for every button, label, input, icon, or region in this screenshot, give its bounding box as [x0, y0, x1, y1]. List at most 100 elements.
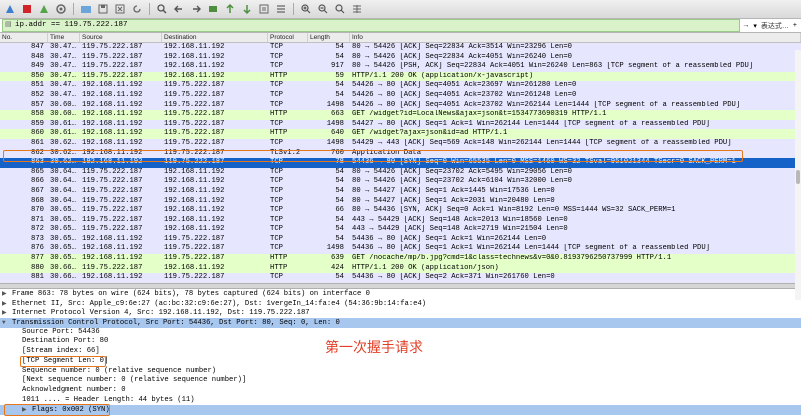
packet-row[interactable]: 865 30.64… 119.75.222.187 192.168.11.192 TCP…	[0, 167, 801, 178]
packet-row[interactable]: 867 30.64… 119.75.222.187 192.168.11.192 TCP…	[0, 186, 801, 197]
detail-row[interactable]: Sequence number: 0 (relative sequence nu…	[0, 367, 801, 377]
options-gear-icon[interactable]	[53, 2, 69, 16]
detail-row[interactable]: ▶ Flags: 0x002 (SYN)	[0, 405, 801, 415]
packet-row-selected[interactable]: 863 30.62… 192.168.11.192 119.75.222.187 TCP…	[0, 158, 801, 168]
expanded-arrow-icon[interactable]: ▼	[2, 318, 12, 328]
collapsed-arrow-icon[interactable]: ▶	[22, 405, 32, 415]
packet-row[interactable]: 870 30.65… 119.75.222.187 192.168.11.192 TCP…	[0, 206, 801, 216]
packet-row[interactable]: 880 30.66… 119.75.222.187 192.168.11.192 HTT…	[0, 263, 801, 274]
open-folder-icon[interactable]	[78, 2, 94, 16]
packet-row[interactable]: 857 30.60… 192.168.11.192 119.75.222.187 TCP…	[0, 100, 801, 111]
collapsed-arrow-icon[interactable]: ▶	[2, 308, 12, 318]
find-icon[interactable]	[154, 2, 170, 16]
first-icon[interactable]	[222, 2, 238, 16]
packet-row[interactable]: 851 30.47… 192.168.11.192 119.75.222.187 TCP…	[0, 81, 801, 91]
packet-row[interactable]: 862 30.62… 192.168.11.192 119.75.222.187 TLS…	[0, 148, 801, 159]
back-icon[interactable]	[171, 2, 187, 16]
packet-row[interactable]: 858 30.60… 192.168.11.192 119.75.222.187 HTT…	[0, 110, 801, 120]
packet-row[interactable]: 861 30.62… 192.168.11.192 119.75.222.187 TCP…	[0, 138, 801, 149]
column-no[interactable]: No.	[0, 33, 48, 42]
autoscroll-icon[interactable]	[256, 2, 272, 16]
packet-row[interactable]: 866 30.64… 119.75.222.187 192.168.11.192 TCP…	[0, 177, 801, 187]
last-icon[interactable]	[239, 2, 255, 16]
resize-columns-icon[interactable]	[349, 2, 365, 16]
packet-row[interactable]: 849 30.47… 119.75.222.187 192.168.11.192 TCP…	[0, 62, 801, 72]
close-file-icon[interactable]	[112, 2, 128, 16]
packet-time: 30.47…	[50, 52, 76, 61]
packet-source: 192.168.11.192	[82, 138, 143, 147]
packet-source: 192.168.11.192	[82, 234, 143, 243]
packet-info: 80 → 54427 [ACK] Seq=1 Ack=2031 Win=2048…	[352, 196, 555, 205]
colorize-icon[interactable]	[273, 2, 289, 16]
packet-protocol: HTTP	[270, 71, 288, 80]
apply-filter-icon[interactable]: →	[742, 22, 749, 29]
packet-row[interactable]: 872 30.65… 119.75.222.187 192.168.11.192 TCP…	[0, 225, 801, 235]
detail-row[interactable]: ▶ Internet Protocol Version 4, Src: 192.1…	[0, 308, 801, 318]
packet-row[interactable]: 873 30.65… 192.168.11.192 119.75.222.187 TCP…	[0, 234, 801, 245]
packet-row[interactable]: 850 30.47… 119.75.222.187 192.168.11.192 HTT…	[0, 71, 801, 82]
packet-row[interactable]: 859 30.61… 192.168.11.192 119.75.222.187 TCP…	[0, 119, 801, 130]
packet-protocol: TCP	[270, 167, 283, 176]
column-time[interactable]: Time	[48, 33, 80, 42]
packet-row[interactable]: 868 30.64… 119.75.222.187 192.168.11.192 TCP…	[0, 196, 801, 207]
packet-protocol: TCP	[270, 119, 283, 128]
detail-row[interactable]: 1011 .... = Header Length: 44 bytes (11)	[0, 396, 801, 406]
goto-icon[interactable]	[205, 2, 221, 16]
bookmark-icon[interactable]: ▤	[5, 20, 12, 31]
packet-no: 868	[31, 196, 44, 205]
packet-time: 30.47…	[50, 90, 76, 99]
reload-icon[interactable]	[129, 2, 145, 16]
packet-length: 54	[335, 196, 344, 205]
packet-length: 54	[335, 225, 344, 234]
save-icon[interactable]	[95, 2, 111, 16]
packet-row[interactable]: 860 30.61… 192.168.11.192 119.75.222.187 HTT…	[0, 129, 801, 139]
packet-row[interactable]: 881 30.66… 192.168.11.192 119.75.222.187 TCP…	[0, 273, 801, 283]
packet-length: 54	[335, 186, 344, 195]
scrollbar-thumb[interactable]	[796, 170, 800, 184]
packet-destination: 119.75.222.187	[164, 244, 225, 253]
packet-row[interactable]: 852 30.47… 192.168.11.192 119.75.222.187 TCP…	[0, 90, 801, 101]
packet-details: ▶ Frame 863: 78 bytes on wire (624 bits),…	[0, 289, 801, 416]
detail-row[interactable]: ▶ Ethernet II, Src: Apple_c9:6e:27 (ac:bc…	[0, 299, 801, 309]
detail-row[interactable]: Source Port: 54436	[0, 328, 801, 338]
stop-icon[interactable]	[19, 2, 35, 16]
collapsed-arrow-icon[interactable]: ▶	[2, 289, 12, 299]
packet-protocol: HTTP	[270, 110, 288, 119]
forward-icon[interactable]	[188, 2, 204, 16]
filter-dropdown-icon[interactable]: ▾	[753, 22, 757, 30]
packet-row[interactable]: 847 30.47… 119.75.222.187 192.168.11.192 TCP…	[0, 43, 801, 53]
detail-text: Acknowledgment number: 0	[22, 385, 126, 394]
packet-row[interactable]: 871 30.65… 119.75.222.187 192.168.11.192 TCP…	[0, 215, 801, 226]
detail-row[interactable]: ▶ Frame 863: 78 bytes on wire (624 bits),…	[0, 289, 801, 299]
packet-no: 861	[31, 138, 44, 147]
packet-time: 30.66…	[50, 263, 76, 272]
packet-row[interactable]: 877 30.65… 192.168.11.192 119.75.222.187 HTT…	[0, 254, 801, 264]
expression-button[interactable]: 表达式…	[761, 21, 789, 31]
column-source[interactable]: Source	[80, 33, 162, 42]
packet-no: 863	[31, 158, 44, 167]
packet-list-scrollbar[interactable]	[795, 50, 801, 300]
add-filter-button[interactable]: +	[793, 22, 797, 29]
packet-info: 54436 → 80 [SYN] Seq=0 Win=65535 Len=0 M…	[352, 158, 736, 167]
display-filter-input[interactable]: ▤ ip.addr == 119.75.222.187	[2, 19, 741, 32]
packet-destination: 119.75.222.187	[164, 90, 225, 99]
zoom-out-icon[interactable]	[315, 2, 331, 16]
detail-row[interactable]: [TCP Segment Len: 0]	[0, 357, 801, 367]
column-protocol[interactable]: Protocol	[268, 33, 308, 42]
packet-row[interactable]: 876 30.65… 192.168.11.192 119.75.222.187 TCP…	[0, 244, 801, 255]
column-destination[interactable]: Destination	[162, 33, 268, 42]
detail-row[interactable]: [Next sequence number: 0 (relative seque…	[0, 376, 801, 386]
detail-row[interactable]: Acknowledgment number: 0	[0, 386, 801, 396]
restart-icon[interactable]	[36, 2, 52, 16]
collapsed-arrow-icon[interactable]: ▶	[2, 299, 12, 309]
column-info[interactable]: Info	[350, 33, 801, 42]
shark-fin-icon[interactable]	[2, 2, 18, 16]
column-length[interactable]: Length	[308, 33, 350, 42]
packet-destination: 192.168.11.192	[164, 206, 225, 215]
zoom-in-icon[interactable]	[298, 2, 314, 16]
packet-info: 80 → 54427 [ACK] Seq=1 Ack=1445 Win=1753…	[352, 186, 555, 195]
packet-source: 119.75.222.187	[82, 177, 143, 186]
zoom-reset-icon[interactable]	[332, 2, 348, 16]
packet-row[interactable]: 848 30.47… 119.75.222.187 192.168.11.192 TCP…	[0, 52, 801, 63]
detail-row[interactable]: ▼ Transmission Control Protocol, Src Port…	[0, 318, 801, 328]
